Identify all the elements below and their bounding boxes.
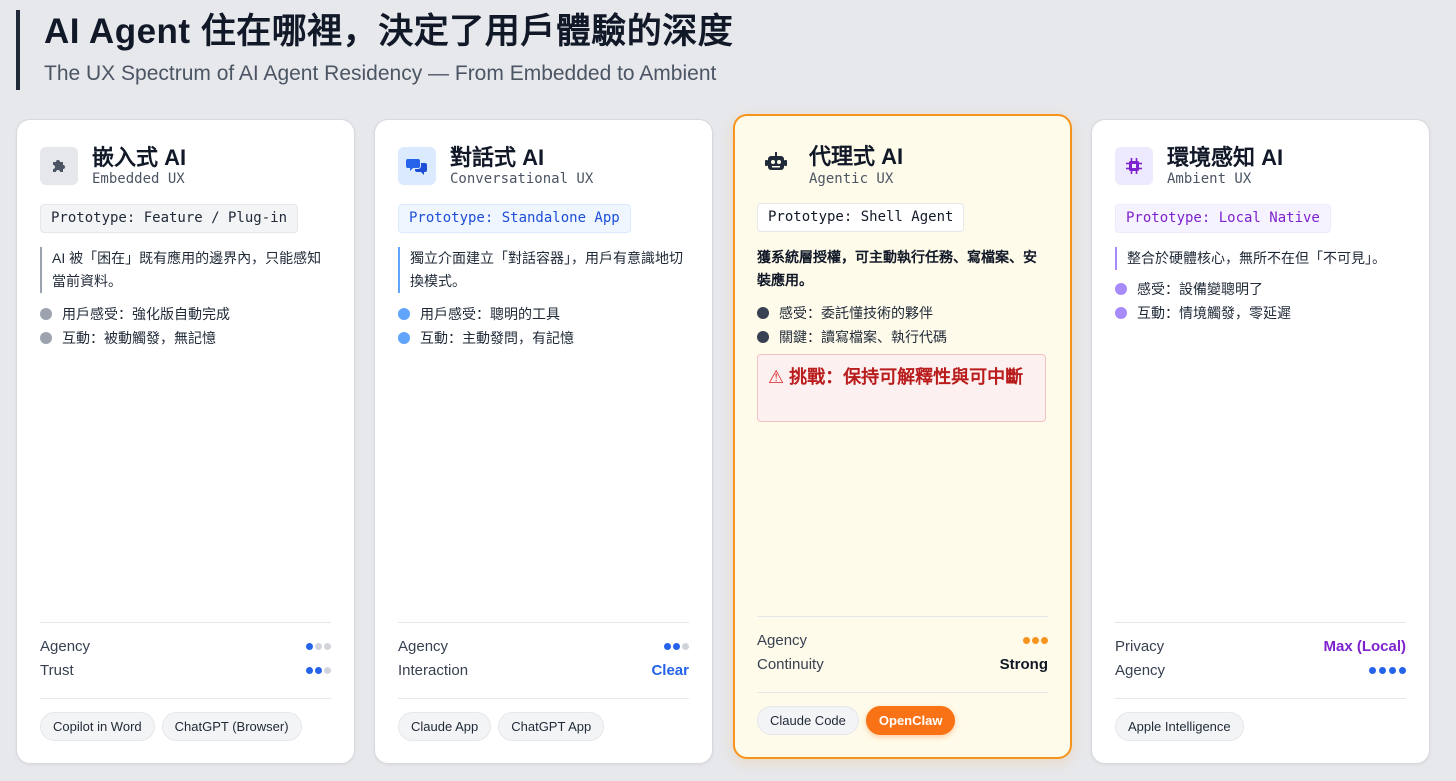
page-header: AI Agent 住在哪裡，決定了用戶體驗的深度 The UX Spectrum… <box>16 10 733 90</box>
bullet-dot <box>40 308 52 320</box>
chat-bubbles-icon <box>398 147 436 185</box>
divider <box>40 698 331 699</box>
page-subtitle: The UX Spectrum of AI Agent Residency — … <box>44 62 717 85</box>
prototype-badge: Prototype: Standalone App <box>398 204 631 233</box>
example-tags: Copilot in Word ChatGPT (Browser) <box>40 712 302 741</box>
card-description: 獲系統層授權，可主動執行任務、寫檔案、安裝應用。 <box>757 249 1037 288</box>
divider <box>398 698 689 699</box>
card-subtitle: Ambient UX <box>1167 171 1252 187</box>
divider <box>757 692 1048 693</box>
metric-trust: Trust <box>40 659 331 681</box>
card-description: AI 被「困在」既有應用的邊界內，只能感知當前資料。 <box>40 247 332 293</box>
list-item: 感受：委託懂技術的夥伴 <box>757 301 947 325</box>
divider <box>40 622 331 623</box>
list-item: 互動：主動發問，有記憶 <box>398 326 574 350</box>
rating-dots <box>1023 636 1048 644</box>
divider <box>1115 622 1406 623</box>
list-item: 用戶感受：強化版自動完成 <box>40 302 230 326</box>
card-description: 整合於硬體核心，無所不在但「不可見」。 <box>1115 247 1407 270</box>
rating-dots <box>306 666 331 674</box>
tag-apple-intelligence[interactable]: Apple Intelligence <box>1115 712 1244 741</box>
tag-openclaw[interactable]: OpenClaw <box>865 706 956 735</box>
bullet-dot <box>40 332 52 344</box>
list-item: 感受：設備變聰明了 <box>1115 277 1291 301</box>
metric-value: Strong <box>999 655 1048 673</box>
challenge-text: 挑戰：保持可解釋性與可中斷 <box>789 367 1024 387</box>
tag-claude-code[interactable]: Claude Code <box>757 706 859 735</box>
example-tags: Claude App ChatGPT App <box>398 712 605 741</box>
prototype-badge: Prototype: Feature / Plug-in <box>40 204 299 233</box>
warning-icon: ⚠ <box>768 367 785 387</box>
metric-continuity: Continuity Strong <box>757 655 1048 673</box>
metric-privacy: Privacy Max (Local) <box>1115 637 1406 655</box>
bullet-dot <box>757 331 769 343</box>
card-conversational: 對話式 AI Conversational UX Prototype: Stan… <box>374 119 713 764</box>
card-title: 對話式 AI <box>450 145 545 170</box>
rating-dots <box>1369 666 1406 674</box>
card-subtitle: Agentic UX <box>809 171 894 187</box>
bullet-dot <box>1115 307 1127 319</box>
challenge-alert: ⚠ 挑戰：保持可解釋性與可中斷 <box>757 354 1046 422</box>
divider <box>398 622 689 623</box>
chip-icon <box>1115 147 1153 185</box>
rating-dots <box>306 642 331 650</box>
metric-interaction: Interaction Clear <box>398 661 689 679</box>
tag-copilot-word[interactable]: Copilot in Word <box>40 712 155 741</box>
card-title: 代理式 AI <box>809 144 904 169</box>
bullet-list: 用戶感受：強化版自動完成 互動：被動觸發，無記憶 <box>40 302 230 350</box>
card-title: 環境感知 AI <box>1167 145 1284 170</box>
bullet-dot <box>757 307 769 319</box>
tag-chatgpt-app[interactable]: ChatGPT App <box>498 712 605 741</box>
divider <box>1115 698 1406 699</box>
metric-value: Clear <box>651 661 689 679</box>
metric-agency: Agency <box>1115 659 1406 681</box>
spectrum-cards: 嵌入式 AI Embedded UX Prototype: Feature / … <box>16 114 1432 766</box>
card-subtitle: Embedded UX <box>92 171 185 187</box>
prototype-badge: Prototype: Shell Agent <box>757 203 965 232</box>
bullet-dot <box>398 332 410 344</box>
card-embedded: 嵌入式 AI Embedded UX Prototype: Feature / … <box>16 119 355 764</box>
bullet-list: 感受：委託懂技術的夥伴 關鍵：讀寫檔案、執行代碼 <box>757 301 947 349</box>
card-agentic: 代理式 AI Agentic UX Prototype: Shell Agent… <box>733 114 1072 759</box>
bullet-list: 用戶感受：聰明的工具 互動：主動發問，有記憶 <box>398 302 574 350</box>
card-subtitle: Conversational UX <box>450 171 594 187</box>
divider <box>757 616 1048 617</box>
card-description: 獨立介面建立「對話容器」，用戶有意識地切換模式。 <box>398 247 690 293</box>
bullet-list: 感受：設備變聰明了 互動：情境觸發，零延遲 <box>1115 277 1291 325</box>
example-tags: Claude Code OpenClaw <box>757 706 956 735</box>
bullet-dot <box>1115 283 1127 295</box>
list-item: 互動：情境觸發，零延遲 <box>1115 301 1291 325</box>
example-tags: Apple Intelligence <box>1115 712 1244 741</box>
metric-agency: Agency <box>40 635 331 657</box>
puzzle-icon <box>40 147 78 185</box>
bullet-dot <box>398 308 410 320</box>
rating-dots <box>664 642 689 650</box>
tag-claude-app[interactable]: Claude App <box>398 712 492 741</box>
list-item: 用戶感受：聰明的工具 <box>398 302 574 326</box>
tag-chatgpt-browser[interactable]: ChatGPT (Browser) <box>161 712 302 741</box>
robot-icon <box>757 144 795 182</box>
metric-agency: Agency <box>398 635 689 657</box>
metric-agency: Agency <box>757 629 1048 651</box>
list-item: 互動：被動觸發，無記憶 <box>40 326 230 350</box>
list-item: 關鍵：讀寫檔案、執行代碼 <box>757 325 947 349</box>
card-ambient: 環境感知 AI Ambient UX Prototype: Local Nati… <box>1091 119 1430 764</box>
page-title: AI Agent 住在哪裡，決定了用戶體驗的深度 <box>44 12 734 51</box>
card-title: 嵌入式 AI <box>92 145 187 170</box>
metric-value: Max (Local) <box>1323 637 1406 655</box>
prototype-badge: Prototype: Local Native <box>1115 204 1331 233</box>
